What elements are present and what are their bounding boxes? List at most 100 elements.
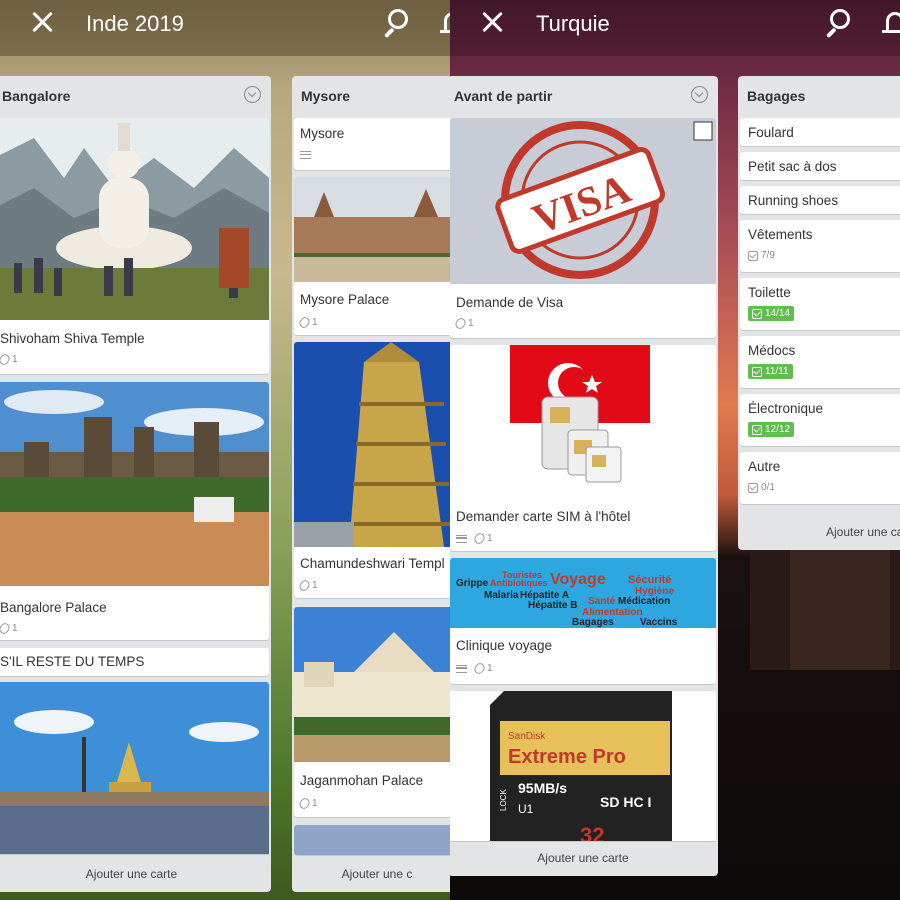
card-jaganmohan[interactable]: Jaganmohan Palace 1	[294, 607, 450, 817]
paperclip-icon	[297, 796, 312, 811]
card-title: Demander carte SIM à l'hôtel	[456, 509, 631, 524]
card-cover-image: Voyage Touristes Antibiotiques Sécurité …	[450, 558, 716, 628]
paperclip-icon	[297, 315, 312, 330]
add-card-button[interactable]: Ajouter une carte	[450, 840, 718, 876]
card-cover-image: VISA	[450, 118, 716, 284]
chevron-down-icon[interactable]	[244, 86, 261, 103]
card-title: Toilette	[748, 285, 791, 300]
paperclip-icon	[472, 531, 487, 546]
card-foulard[interactable]: Foulard	[740, 118, 900, 146]
svg-text:Voyage: Voyage	[550, 571, 606, 588]
chevron-down-icon[interactable]	[691, 86, 708, 103]
svg-text:Sécurité: Sécurité	[628, 574, 671, 586]
add-card-button[interactable]: Ajouter une ca	[738, 514, 900, 550]
list-mysore: Mysore Mysore Mysore Palace 1 Chamundesh…	[292, 76, 450, 892]
card-title: Chamundeshwari Templ	[300, 556, 445, 571]
attachment-badge: 1	[297, 578, 318, 593]
card-medocs[interactable]: Médocs 11/11	[740, 336, 900, 388]
svg-text:Grippe: Grippe	[456, 578, 489, 589]
card-bangalore-palace[interactable]: Bangalore Palace 1	[0, 382, 269, 640]
card-partial[interactable]	[294, 825, 450, 855]
list-title: Bangalore	[2, 88, 71, 104]
list-avant-de-partir: Avant de partir VISA Demande de Visa 1 D…	[450, 76, 718, 876]
right-board-screen: Turquie Avant de partir VISA Demande de …	[450, 0, 900, 900]
attachment-badge: 1	[297, 796, 318, 811]
card-badges: 1	[297, 315, 318, 330]
card-sd[interactable]: SanDisk Extreme Pro 95MB/s SD HC I LOCK …	[450, 691, 716, 841]
svg-text:LOCK: LOCK	[499, 789, 508, 811]
add-card-button[interactable]: Ajouter une carte	[0, 856, 271, 892]
description-badge	[456, 664, 467, 673]
add-card-button[interactable]: Ajouter une c	[292, 856, 450, 892]
svg-text:Extreme Pro: Extreme Pro	[508, 746, 626, 768]
card-cover-image	[0, 682, 269, 854]
paperclip-icon	[297, 578, 312, 593]
card-electronique[interactable]: Électronique 12/12	[740, 394, 900, 446]
bell-icon[interactable]	[440, 10, 450, 38]
left-board-header: Inde 2019	[0, 0, 450, 56]
card-badges: 1	[453, 316, 474, 331]
paperclip-icon	[0, 352, 12, 367]
card-badges: 11/11	[748, 364, 793, 379]
card-autre[interactable]: Autre 0/1	[740, 452, 900, 504]
card-title: Vêtements	[748, 227, 813, 242]
bell-icon[interactable]	[882, 10, 900, 38]
list-title: Avant de partir	[454, 88, 553, 104]
close-icon[interactable]	[480, 10, 504, 34]
card-mysore-palace[interactable]: Mysore Palace 1	[294, 177, 450, 335]
card-badges: 12/12	[748, 422, 795, 437]
description-badge	[300, 151, 311, 159]
card-sil-reste[interactable]: S'IL RESTE DU TEMPS	[0, 648, 269, 676]
paperclip-icon	[0, 621, 12, 636]
card-petit-sac[interactable]: Petit sac à dos	[740, 152, 900, 180]
card-badges: 1	[0, 352, 18, 367]
card-title: S'IL RESTE DU TEMPS	[0, 654, 145, 669]
close-icon[interactable]	[30, 10, 54, 34]
background-building	[750, 530, 900, 670]
paperclip-icon	[472, 661, 487, 676]
card-cover-image	[294, 825, 450, 855]
card-mysore[interactable]: Mysore	[294, 118, 450, 170]
card-shivoham[interactable]: Shivoham Shiva Temple 1	[0, 118, 269, 374]
description-icon	[456, 664, 467, 673]
card-sim[interactable]: Demander carte SIM à l'hôtel 1	[450, 345, 716, 551]
card-title: Mysore	[300, 126, 345, 141]
attachment-badge: 1	[453, 316, 474, 331]
svg-text:SanDisk: SanDisk	[508, 731, 546, 742]
card-badges: 14/14	[748, 306, 795, 321]
card-title: Autre	[748, 459, 781, 474]
card-toilette[interactable]: Toilette 14/14	[740, 278, 900, 330]
card-running-shoes[interactable]: Running shoes	[740, 186, 900, 214]
card-badges: 1	[297, 578, 318, 593]
attachment-badge: 1	[472, 531, 493, 546]
card-temple-lake[interactable]	[0, 682, 269, 854]
card-title: Foulard	[748, 125, 794, 140]
attachment-badge: 1	[472, 661, 493, 676]
search-icon[interactable]	[380, 9, 410, 39]
card-clinique[interactable]: Voyage Touristes Antibiotiques Sécurité …	[450, 558, 716, 684]
card-badges: 1	[0, 621, 18, 636]
card-title: Électronique	[748, 401, 824, 416]
svg-text:Bagages: Bagages	[572, 617, 614, 628]
card-title: Jaganmohan Palace	[300, 773, 424, 788]
svg-text:32: 32	[580, 823, 604, 841]
card-title: Petit sac à dos	[748, 159, 837, 174]
card-cover-image	[450, 345, 716, 495]
checklist-icon	[752, 366, 762, 377]
description-icon	[300, 151, 311, 159]
card-badges: 1	[456, 531, 493, 546]
card-vetements[interactable]: Vêtements 7/9	[740, 220, 900, 272]
card-title: Shivoham Shiva Temple	[0, 331, 145, 346]
card-cover-image	[294, 177, 450, 282]
card-title: Demande de Visa	[456, 295, 564, 310]
search-icon[interactable]	[822, 9, 852, 39]
card-cover-image	[294, 607, 450, 762]
list-bagages: Bagages Foulard Petit sac à dos Running …	[738, 76, 900, 550]
checklist-complete-badge: 11/11	[748, 364, 793, 379]
card-chamundeshwari[interactable]: Chamundeshwari Templ 1	[294, 342, 450, 598]
right-board-header: Turquie	[450, 0, 900, 56]
paperclip-icon	[453, 316, 468, 331]
card-visa[interactable]: VISA Demande de Visa 1	[450, 118, 716, 338]
checklist-icon	[752, 308, 762, 319]
svg-text:Santé: Santé	[588, 596, 616, 607]
